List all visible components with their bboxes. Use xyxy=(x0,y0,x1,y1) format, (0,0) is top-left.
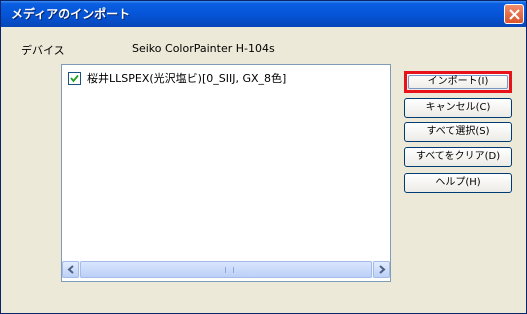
list-item[interactable]: 桜井LLSPEX(光沢塩ビ)[0_SIIJ, GX_8色] xyxy=(68,70,286,86)
close-button[interactable] xyxy=(504,4,524,24)
right-arrow-icon xyxy=(379,265,386,274)
device-name: Seiko ColorPainter H-104s xyxy=(132,42,275,55)
import-button[interactable]: インポート(I) xyxy=(404,71,512,93)
close-icon xyxy=(509,9,520,20)
media-item-label: 桜井LLSPEX(光沢塩ビ)[0_SIIJ, GX_8色] xyxy=(87,72,287,85)
check-icon xyxy=(70,74,79,82)
title-bar: メディアのインポート xyxy=(1,1,526,27)
scroll-right-button[interactable] xyxy=(373,261,390,278)
media-checkbox[interactable] xyxy=(68,71,81,85)
import-media-dialog: メディアのインポート デバイス Seiko ColorPainter H-104… xyxy=(0,0,527,314)
scroll-grip xyxy=(225,267,234,273)
media-list[interactable]: 桜井LLSPEX(光沢塩ビ)[0_SIIJ, GX_8色] xyxy=(61,64,391,282)
clear-all-button-label: すべてをクリア(D) xyxy=(415,151,501,162)
cancel-button[interactable]: キャンセル(C) xyxy=(404,98,512,118)
device-label: デバイス xyxy=(21,44,65,57)
import-button-label: インポート(I) xyxy=(427,76,489,87)
scroll-left-button[interactable] xyxy=(62,261,79,278)
help-button[interactable]: ヘルプ(H) xyxy=(404,173,512,193)
select-all-button-label: すべて選択(S) xyxy=(426,126,490,137)
scroll-thumb[interactable] xyxy=(80,261,372,278)
clear-all-button[interactable]: すべてをクリア(D) xyxy=(404,147,512,167)
window-title: メディアのインポート xyxy=(11,7,131,21)
select-all-button[interactable]: すべて選択(S) xyxy=(404,122,512,142)
left-arrow-icon xyxy=(67,265,74,274)
horizontal-scrollbar[interactable] xyxy=(62,261,390,278)
help-button-label: ヘルプ(H) xyxy=(435,177,481,188)
cancel-button-label: キャンセル(C) xyxy=(425,102,491,113)
